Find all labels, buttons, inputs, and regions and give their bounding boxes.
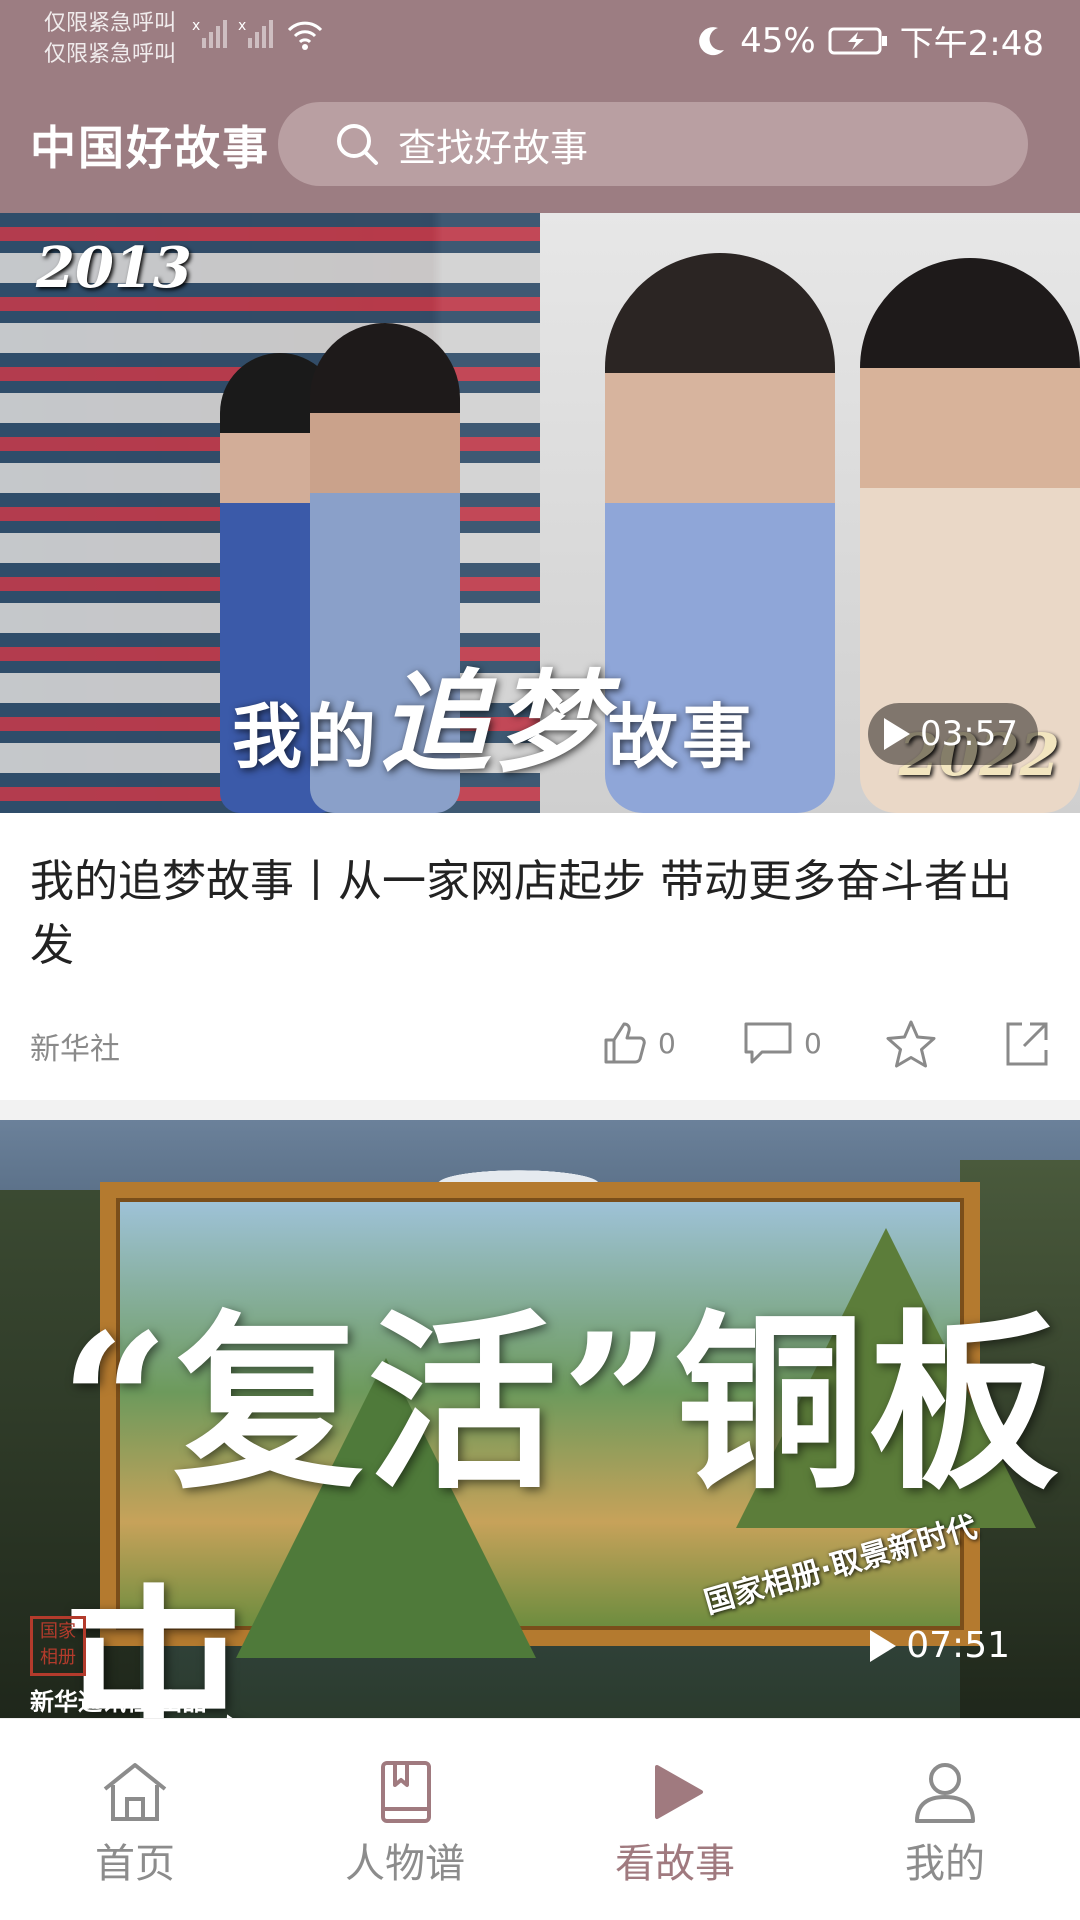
video-thumbnail-1[interactable]: 2013 2022 我的追梦故事 03:57 [0,213,1080,813]
emergency-text: 仅限紧急呼叫 仅限紧急呼叫 [44,8,176,70]
share-icon [1006,1022,1048,1066]
like-count: 0 [658,1026,676,1060]
overlay-prefix: 我的 [232,696,380,778]
duration-text: 03:57 [920,714,1018,754]
signal-2-icon: x [238,18,276,50]
top-bar: 仅限紧急呼叫 仅限紧急呼叫 x x 45% 下午2:48 中国好故事 查找好故事 [0,0,1080,213]
article-title[interactable]: 我的追梦故事丨从一家网店起步 带动更多奋斗者出发 [30,850,1030,978]
duration-badge: 03:57 [868,703,1038,765]
user-icon [915,1763,975,1823]
play-icon [870,1629,897,1662]
search-bar[interactable]: 查找好故事 [278,102,1028,186]
battery-percent: 45% [740,20,816,61]
nav-label: 首页 [95,1841,175,1887]
app-title: 中国好故事 [30,121,270,175]
nav-item-home[interactable]: 首页 [45,1759,225,1889]
year-left-label: 2013 [36,235,192,301]
article-actions: 0 0 [0,1018,1080,1078]
search-icon [337,124,378,165]
emergency-line-1: 仅限紧急呼叫 [44,11,177,36]
moon-icon [699,26,725,55]
seal-logo: 国家相册 [30,1616,86,1676]
share-button[interactable] [1000,1018,1052,1070]
comment-button[interactable]: 0 [740,1018,822,1068]
bottom-nav: 首页 人物谱 看故事 我的 [0,1718,1080,1920]
nav-item-profile[interactable]: 我的 [855,1759,1035,1889]
svg-text:x: x [238,18,246,34]
nav-item-people[interactable]: 人物谱 [315,1759,495,1889]
overlay-big: 追梦 [380,658,608,787]
comment-count: 0 [804,1026,822,1060]
duration-text: 07:51 [906,1625,1010,1666]
app-root: 仅限紧急呼叫 仅限紧急呼叫 x x 45% 下午2:48 中国好故事 查找好故事… [0,0,1080,1920]
emergency-line-2: 仅限紧急呼叫 [44,42,177,67]
wifi-icon [285,18,325,52]
overlay-suffix: 故事 [608,696,756,778]
thumbs-up-icon [604,1022,646,1064]
status-right: 45% 下午2:48 [696,16,1044,65]
home-icon [103,1763,167,1821]
star-icon [886,1020,936,1068]
thumbnail-overlay-title: 我的追梦故事 [232,633,756,793]
nav-label: 我的 [905,1841,985,1887]
nav-label: 人物谱 [345,1841,465,1887]
publisher-label: 新华通讯社 出品 [30,1688,207,1716]
card-separator [0,1100,1080,1120]
svg-text:x: x [192,18,200,34]
duration-badge: 07:51 [870,1625,1010,1666]
play-icon [655,1765,703,1819]
like-button[interactable]: 0 [600,1018,676,1068]
comment-icon [744,1022,792,1064]
signal-1-icon: x [192,18,230,50]
clock: 下午2:48 [899,24,1044,64]
battery-icon [828,27,887,54]
video-thumbnail-2[interactable]: “复活”铜板屯 国家相册·取景新时代 国家相册 新华通讯社 出品 07:51 [0,1120,1080,1718]
book-icon [381,1761,431,1823]
play-icon [884,718,911,750]
nav-item-stories[interactable]: 看故事 [585,1759,765,1889]
search-placeholder: 查找好故事 [398,125,589,170]
nav-label: 看故事 [615,1841,735,1887]
favorite-button[interactable] [883,1018,939,1072]
status-bar: 仅限紧急呼叫 仅限紧急呼叫 x x 45% 下午2:48 [0,0,1080,75]
